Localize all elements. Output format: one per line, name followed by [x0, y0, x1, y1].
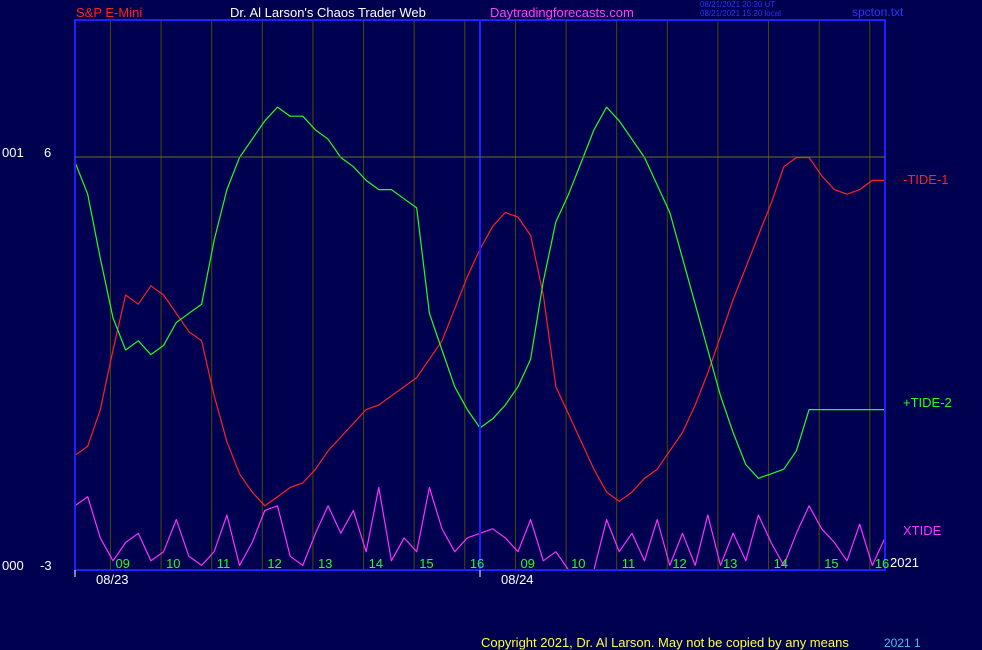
date-label-1: 08/23 [96, 572, 129, 587]
footer-overlap-text: 2021 1 [884, 636, 921, 650]
file-name: spcton.txt [852, 5, 904, 19]
x-tick-label-6: 15 [419, 556, 433, 571]
x-tick-label-4: 13 [318, 556, 332, 571]
x-tick-label-1: 10 [166, 556, 180, 571]
left-axis-bottom-b: -3 [40, 558, 52, 573]
site-name: Dr. Al Larson's Chaos Trader Web [230, 5, 426, 20]
site-url-link[interactable]: Daytradingforecasts.com [490, 6, 634, 20]
x-tick-label-2: 11 [217, 556, 231, 571]
x-tick-label-9: 10 [571, 556, 585, 571]
symbol-label: S&P E-Mini [76, 5, 143, 20]
timestamp-ut: 08/21/2021 20:20 UT [700, 0, 776, 9]
x-tick-label-0: 09 [115, 556, 129, 571]
x-tick-label-10: 11 [622, 556, 636, 571]
x-tick-label-15: 16 [875, 556, 889, 571]
x-tick-label-13: 14 [774, 556, 788, 571]
x-tick-label-11: 12 [672, 556, 686, 571]
x-tick-label-3: 12 [267, 556, 281, 571]
timestamp-local: 08/21/2021 15:20 local [700, 9, 781, 18]
grid-lines [109, 20, 871, 570]
left-axis-bottom-a: 000 [2, 558, 24, 573]
x-tick-labels: 09 10 11 12 13 14 15 16 09 10 11 12 13 14 15 16 [115, 556, 889, 571]
left-axis-top-b: 6 [44, 145, 52, 160]
series-label-xtide: XTIDE [903, 523, 942, 538]
x-tick-label-7: 16 [470, 556, 484, 571]
series-label-tide2: +TIDE-2 [903, 395, 952, 410]
year-label: 2021 [890, 555, 919, 570]
date-label-2: 08/24 [501, 572, 534, 587]
x-tick-label-8: 09 [520, 556, 534, 571]
x-tick-label-5: 14 [369, 556, 383, 571]
x-tick-label-12: 13 [723, 556, 737, 571]
series-label-tide1: -TIDE-1 [903, 172, 949, 187]
chart-svg: 09 10 11 12 13 14 15 16 09 10 11 12 13 14 15 16 [74, 19, 889, 577]
left-axis-top-a: 001 [2, 145, 24, 160]
copyright-text: Copyright 2021, Dr. Al Larson. May not b… [481, 635, 849, 650]
x-tick-label-14: 15 [824, 556, 838, 571]
